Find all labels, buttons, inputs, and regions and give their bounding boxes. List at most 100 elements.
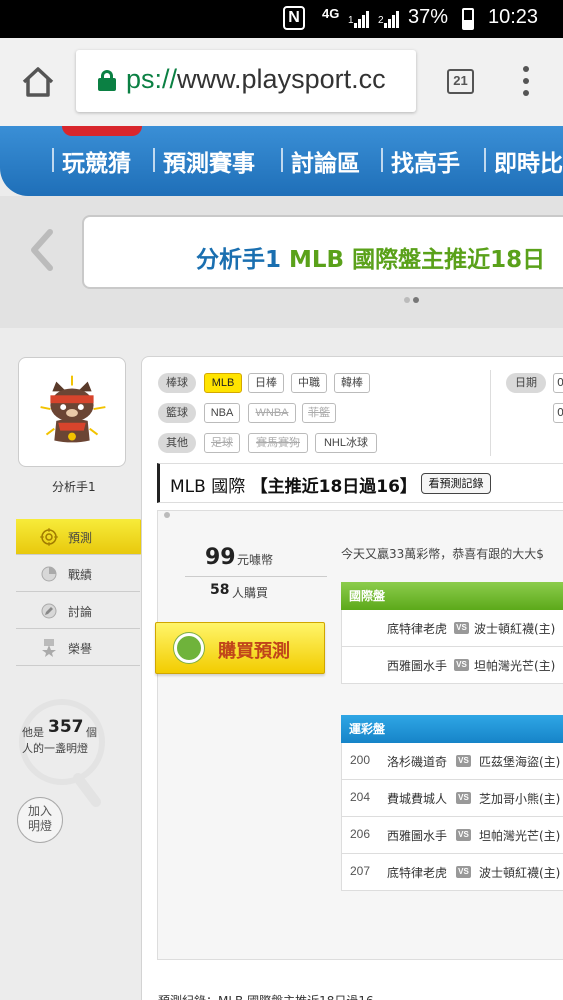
overflow-menu-icon[interactable] [518, 66, 534, 96]
sidebar-item-predict[interactable]: 預測 [16, 519, 154, 555]
clock: 10:23 [488, 6, 539, 28]
category-basketball: 籃球 [158, 403, 196, 423]
vs-badge: VS [456, 829, 471, 841]
lamp-description: 人的一盞明燈 [22, 742, 88, 755]
section-header-lottery: 運彩盤 [341, 715, 563, 743]
carousel-dot-active[interactable] [413, 297, 419, 303]
vs-badge: VS [456, 866, 471, 878]
filter-tag-kbo[interactable]: 韓棒 [334, 373, 370, 393]
game-row: 底特律老虎 VS 波士頓紅襪(主) [341, 610, 563, 647]
vs-badge: VS [456, 755, 471, 767]
title-headline: 【主推近18日過16】 [250, 477, 417, 497]
signal-sim1-icon [354, 10, 372, 28]
sidebar-item-label: 榮譽 [68, 642, 93, 656]
home-team: 坦帕灣光芒(主) [474, 659, 556, 673]
game-row: 207 底特律老虎 VS 波士頓紅襪(主) [341, 854, 563, 891]
url-bar[interactable]: ps://www.playsport.cc [76, 50, 416, 112]
nav-separator [281, 148, 283, 172]
filter-tag-nba[interactable]: NBA [204, 403, 240, 423]
carousel-dot[interactable] [404, 297, 410, 303]
date-select[interactable]: 0 [553, 373, 563, 393]
url-text[interactable]: ps://www.playsport.cc [126, 64, 411, 95]
prediction-title: MLB 國際 【主推近18日過16】 [170, 472, 417, 497]
date-select-2[interactable]: 0 [553, 403, 563, 423]
site-logo-fragment [62, 126, 142, 136]
target-icon [40, 528, 58, 546]
section-header-intl: 國際盤 [341, 582, 563, 610]
medal-icon [42, 639, 56, 657]
carousel-dots [404, 297, 428, 303]
filter-tag-cpbl[interactable]: 中職 [291, 373, 327, 393]
decoration-dot [164, 512, 170, 518]
join-lamp-button[interactable]: 加入 明燈 [17, 797, 63, 843]
battery-percent: 37% [408, 6, 449, 28]
away-team: 底特律老虎 [387, 866, 448, 880]
pencil-icon [41, 603, 57, 619]
game-number: 206 [350, 827, 371, 841]
filter-tag-mlb[interactable]: MLB [204, 373, 242, 393]
nav-item-forum[interactable]: 討論區 [291, 144, 360, 178]
game-row: 204 費城費城人 VS 芝加哥小熊(主) [341, 780, 563, 817]
sim2-label: 2 [378, 15, 384, 26]
away-team: 西雅圖水手 [387, 829, 448, 843]
filter-tag-nhl[interactable]: NHL冰球 [315, 433, 377, 453]
away-team: 費城費城人 [387, 792, 448, 806]
price-divider [185, 576, 327, 577]
nav-separator [52, 148, 54, 172]
nav-item-game[interactable]: 玩競猜 [62, 144, 131, 178]
battery-icon [462, 8, 474, 30]
nav-separator [484, 148, 486, 172]
sidebar-item-label: 預測 [68, 531, 93, 545]
url-scheme: ps:// [126, 64, 178, 94]
lamp-prefix: 他是 [22, 726, 44, 739]
price-value: 99 [205, 545, 236, 570]
url-host: www.playsport.cc [177, 64, 386, 94]
sidebar-item-honor[interactable]: 榮譽 [16, 630, 140, 666]
browser-toolbar: ps://www.playsport.cc 21 [0, 38, 563, 126]
title-league: MLB 國際 [170, 477, 251, 497]
tab-switcher-button[interactable]: 21 [447, 69, 474, 94]
home-team: 波士頓紅襪(主) [479, 866, 561, 880]
game-number: 200 [350, 753, 371, 767]
join-label-2: 明燈 [27, 819, 52, 833]
sim1-label: 1 [348, 15, 354, 26]
banner-headline[interactable]: 分析手1 MLB 國際盤主推近18日 [196, 240, 545, 274]
away-team: 西雅圖水手 [387, 659, 448, 673]
nfc-icon: N [283, 6, 305, 30]
price-unit: 元噱幣 [237, 553, 274, 567]
signal-sim2-icon [384, 10, 402, 28]
sidebar-item-label: 戰績 [68, 568, 93, 582]
nav-item-experts[interactable]: 找高手 [391, 144, 460, 178]
banner-prefix: 分析手1 [196, 247, 290, 273]
nav-item-predict[interactable]: 預測賽事 [163, 144, 255, 178]
user-name[interactable]: 分析手1 [52, 478, 96, 495]
status-bar: N 4G 1 2 37% 10:23 [0, 0, 563, 38]
buy-prediction-button[interactable]: 購買預測 [155, 622, 325, 674]
nav-separator [153, 148, 155, 172]
sidebar-item-discuss[interactable]: 討論 [16, 593, 140, 629]
filter-tag-npb[interactable]: 日棒 [248, 373, 284, 393]
lamp-count: 357 [48, 717, 84, 737]
filter-tag-soccer: 足球 [204, 433, 240, 453]
prediction-record-caption: 預測紀錄：MLB 國際盤主推近18日過16 [158, 992, 374, 1000]
game-number: 207 [350, 864, 371, 878]
vs-badge: VS [456, 792, 471, 804]
nav-separator [381, 148, 383, 172]
filter-tag-pba: 菲籃 [302, 403, 336, 423]
vs-badge: VS [454, 659, 469, 671]
buyers-unit: 人購買 [232, 586, 269, 600]
home-team: 坦帕灣光芒(主) [479, 829, 561, 843]
home-team: 匹茲堡海盜(主) [479, 755, 561, 769]
filter-tag-racing: 賽馬賽狗 [248, 433, 308, 453]
lamp-suffix: 個 [86, 726, 97, 739]
chevron-left-icon[interactable] [28, 228, 58, 272]
vs-badge: VS [454, 622, 469, 634]
avatar[interactable] [18, 357, 126, 467]
nav-item-live[interactable]: 即時比 [494, 144, 563, 178]
home-icon[interactable] [18, 62, 58, 102]
game-row: 西雅圖水手 VS 坦帕灣光芒(主) [341, 647, 563, 684]
home-team: 芝加哥小熊(主) [479, 792, 561, 806]
sidebar-item-record[interactable]: 戰績 [16, 556, 140, 592]
cat-avatar-icon [32, 371, 112, 451]
view-record-button[interactable]: 看預測記錄 [421, 473, 491, 494]
